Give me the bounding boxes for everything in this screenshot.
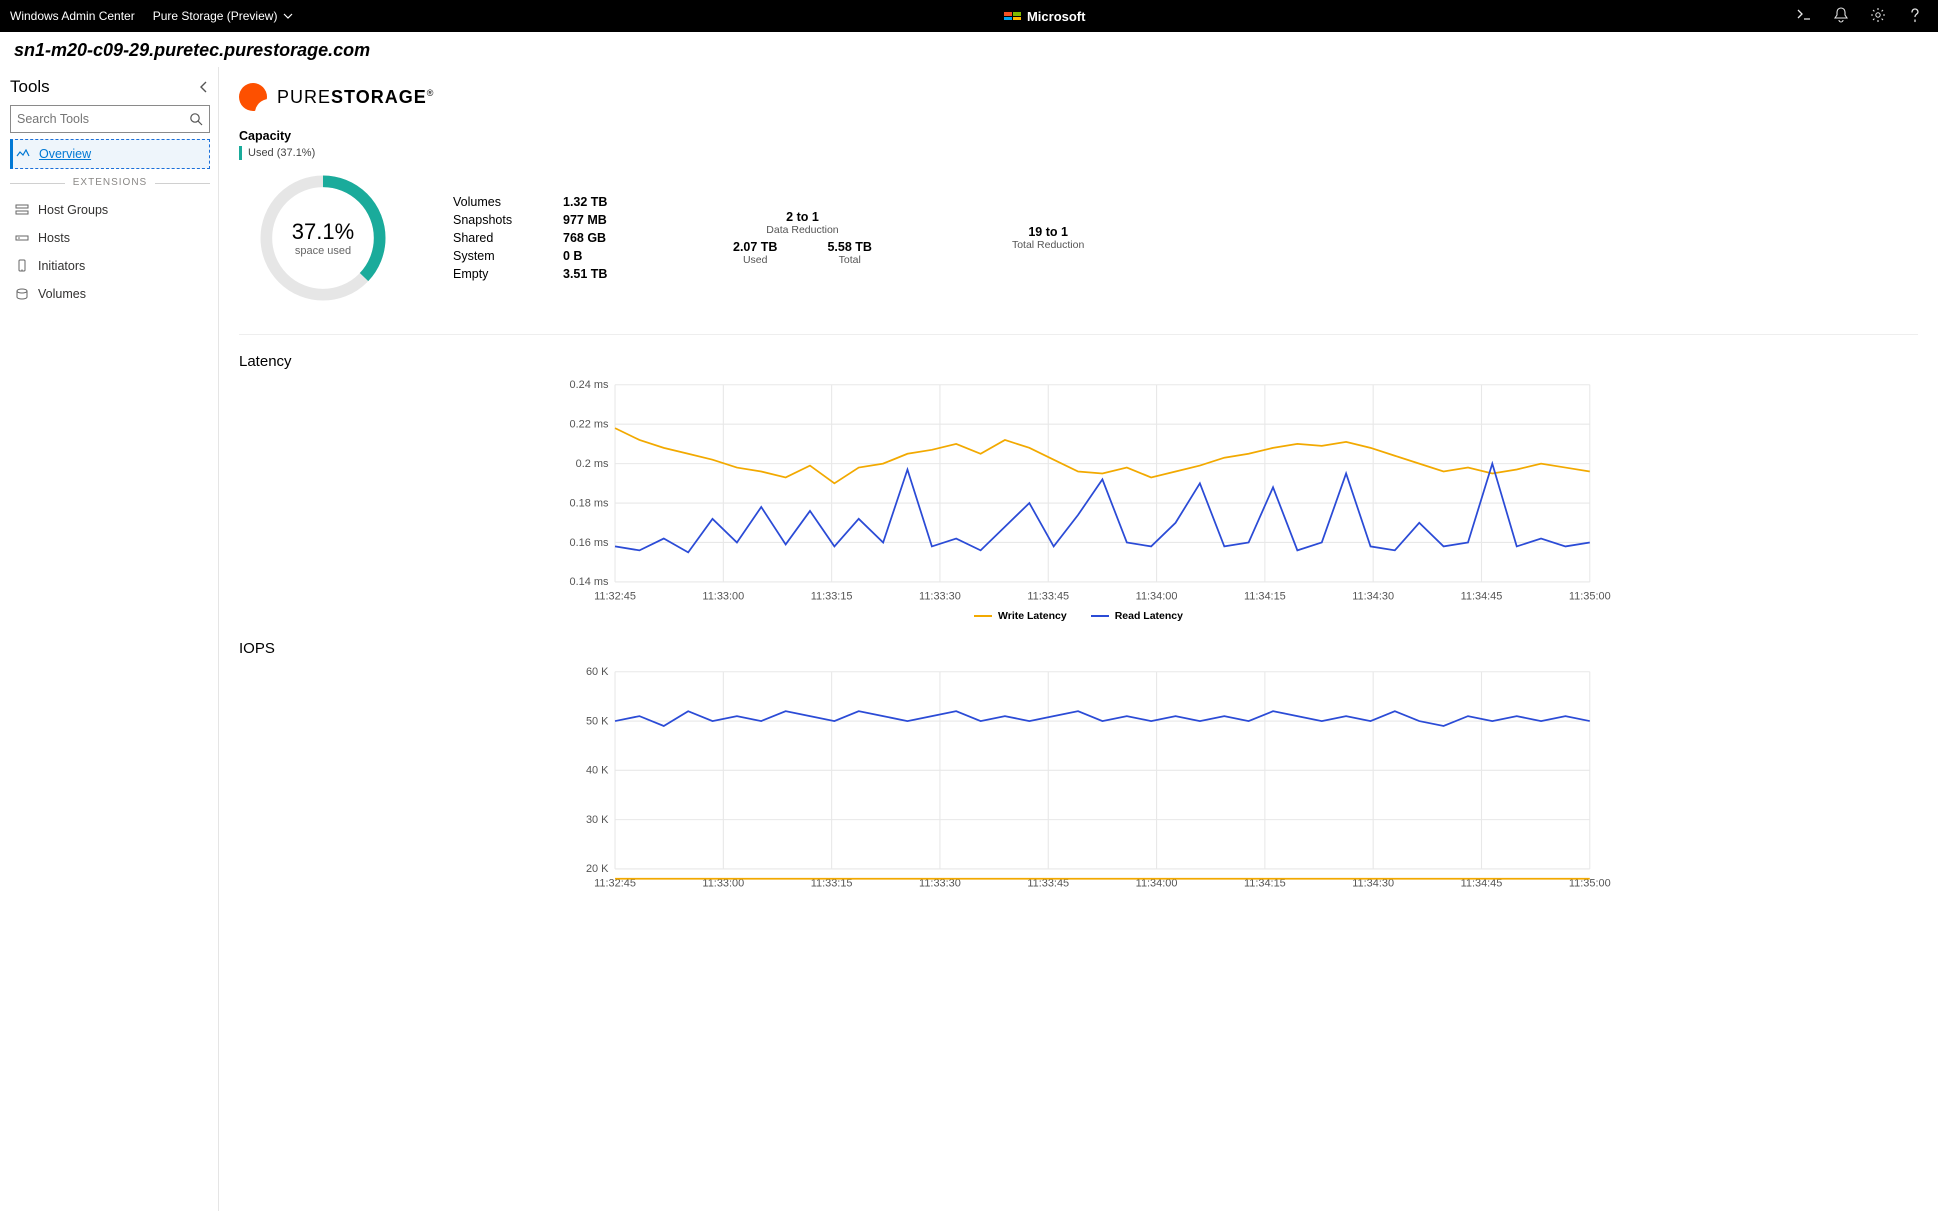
sidebar-item-label: Volumes [38,287,86,301]
sidebar: Tools Overview EXTENSIONS Host Groups Ho… [0,67,218,1211]
svg-text:11:32:45: 11:32:45 [594,590,636,602]
main-content[interactable]: PURESTORAGE® Capacity Used (37.1%) 37.1%… [218,67,1938,1211]
topbar: Windows Admin Center Pure Storage (Previ… [0,0,1938,32]
iops-chart-title: IOPS [239,640,1918,657]
brand-light: PURE [277,87,331,107]
capacity-legend: Used (37.1%) [239,146,1918,160]
svg-text:11:35:00: 11:35:00 [1569,590,1611,602]
search-input[interactable] [17,112,189,126]
latency-chart-title: Latency [239,353,1918,370]
latency-legend: Write Latency Read Latency [239,610,1918,622]
sidebar-item-overview[interactable]: Overview [10,139,210,169]
crumb-label: Pure Storage (Preview) [153,9,278,23]
svg-text:0.18 ms: 0.18 ms [570,497,609,509]
latency-chart: 0.14 ms 0.16 ms 0.18 ms 0.2 ms 0.22 ms 0.24 m… [243,376,1918,606]
initiators-icon [14,258,30,274]
data-reduction-block: 2 to 1 Data Reduction 2.07 TBUsed 5.58 T… [733,210,872,266]
svg-text:11:34:00: 11:34:00 [1136,590,1178,602]
collapse-icon[interactable] [198,80,210,94]
volumes-icon [14,286,30,302]
hosts-icon [14,230,30,246]
breadcrumb[interactable]: Pure Storage (Preview) [153,9,294,23]
svg-text:0.14 ms: 0.14 ms [570,576,609,588]
svg-text:11:34:45: 11:34:45 [1461,590,1503,602]
svg-text:40 K: 40 K [586,765,609,777]
sidebar-item-initiators[interactable]: Initiators [10,252,210,280]
sidebar-item-label: Overview [39,147,91,161]
capacity-donut: 37.1% space used [253,168,393,308]
microsoft-logo-icon [1004,12,1021,20]
svg-text:11:33:45: 11:33:45 [1027,590,1069,602]
sidebar-item-label: Hosts [38,231,70,245]
purestorage-logo-icon [239,83,267,111]
svg-text:0.2 ms: 0.2 ms [576,458,609,470]
svg-text:60 K: 60 K [586,666,609,678]
chevron-down-icon [283,11,293,21]
sidebar-item-label: Host Groups [38,203,108,217]
search-icon [189,112,203,126]
svg-text:0.24 ms: 0.24 ms [570,379,609,391]
sidebar-item-label: Initiators [38,259,85,273]
brand-bold: STORAGE [331,87,427,107]
svg-text:11:33:00: 11:33:00 [702,590,744,602]
host-groups-icon [14,202,30,218]
svg-text:0.16 ms: 0.16 ms [570,537,609,549]
gear-icon[interactable] [1870,7,1886,26]
sidebar-item-host-groups[interactable]: Host Groups [10,196,210,224]
total-reduction-block: 19 to 1 Total Reduction [1012,225,1084,251]
svg-text:0.22 ms: 0.22 ms [570,418,609,430]
iops-chart: 20 K30 K40 K50 K60 K11:32:4511:33:0011:3… [243,663,1918,893]
svg-text:11:33:30: 11:33:30 [919,590,961,602]
svg-text:50 K: 50 K [586,715,609,727]
sidebar-item-volumes[interactable]: Volumes [10,280,210,308]
overview-icon [15,146,31,162]
page-title: sn1-m20-c09-29.puretec.purestorage.com [0,32,1938,67]
console-icon[interactable] [1796,8,1812,25]
svg-text:30 K: 30 K [586,814,609,826]
svg-text:11:34:15: 11:34:15 [1244,590,1286,602]
app-name[interactable]: Windows Admin Center [10,9,135,23]
notifications-icon[interactable] [1834,7,1848,26]
donut-percent: 37.1% [292,219,354,245]
capacity-table: Volumes1.32 TBSnapshots977 MBShared768 G… [453,193,633,284]
microsoft-label: Microsoft [1027,9,1086,24]
sidebar-title: Tools [10,77,50,97]
search-input-wrapper[interactable] [10,105,210,133]
brand-header: PURESTORAGE® [239,77,1918,129]
svg-text:11:34:30: 11:34:30 [1352,590,1394,602]
svg-text:11:33:15: 11:33:15 [811,590,853,602]
svg-text:20 K: 20 K [586,863,609,875]
help-icon[interactable] [1908,7,1922,26]
sidebar-separator: EXTENSIONS [10,177,210,188]
donut-label: space used [295,245,351,257]
brand-reg: ® [427,88,435,98]
sidebar-item-hosts[interactable]: Hosts [10,224,210,252]
capacity-heading: Capacity [239,129,1918,143]
